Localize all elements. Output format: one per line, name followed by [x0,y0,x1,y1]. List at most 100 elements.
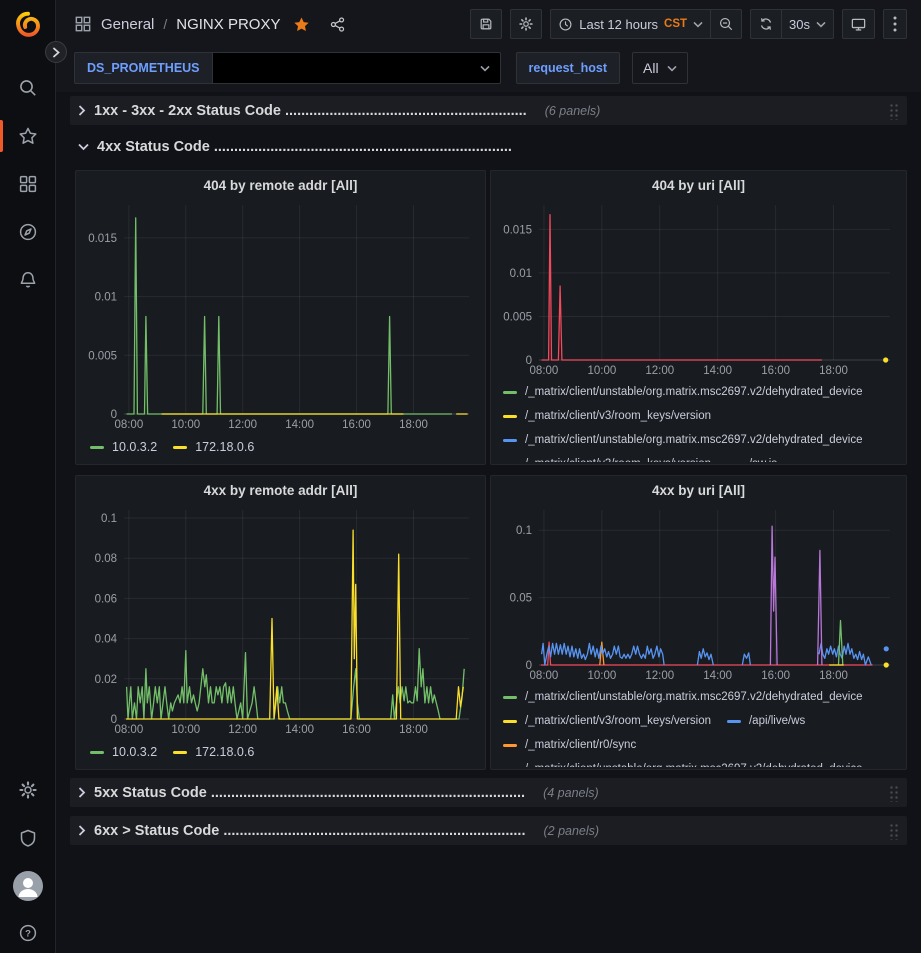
favorite-star-icon[interactable] [293,16,310,33]
search-icon[interactable] [0,78,56,98]
row-title: 6xx > Status Code ......................… [94,823,525,839]
legend-item[interactable]: /_matrix/client/v3/room_keys/version [503,452,711,462]
panel-grid: 404 by remote addr [All] 08:00 10:00 12:00… [75,170,907,770]
panel-legend: 10.0.3.2 172.18.0.6 [84,432,477,462]
chevron-down-icon [480,65,490,72]
legend-label: /_matrix/client/v3/room_keys/version [525,715,711,727]
legend-item[interactable]: 10.0.3.2 [90,743,157,761]
profile-avatar[interactable] [13,871,43,901]
svg-text:0: 0 [111,714,117,726]
svg-text:18:00: 18:00 [819,670,848,682]
refresh-button[interactable] [750,9,782,39]
variable-host-value-select[interactable]: All [632,52,688,84]
panel-title[interactable]: 4xx by remote addr [All] [84,480,477,502]
legend-label: /_matrix/client/unstable/org.matrix.msc2… [525,691,863,703]
series-color-swatch [503,415,517,418]
svg-text:10:00: 10:00 [171,419,200,431]
panel-title[interactable]: 4xx by uri [All] [499,480,898,502]
panel-legend: /_matrix/client/unstable/org.matrix.msc2… [499,378,898,462]
svg-text:08:00: 08:00 [530,670,559,682]
row-5xx[interactable]: 5xx Status Code ........................… [70,778,907,807]
chevron-down-icon [78,143,89,151]
chevron-right-icon [78,825,86,836]
svg-text:?: ? [25,929,31,940]
chevron-right-icon [78,105,86,116]
legend-item[interactable]: 10.0.3.2 [90,438,157,456]
row-drag-handle[interactable] [888,102,899,120]
timeseries-plot[interactable]: 08:0010:0012:0014:0016:0018:0000.0050.01… [499,197,898,378]
timeseries-plot[interactable]: 08:0010:0012:0014:0016:0018:0000.020.040… [84,502,477,737]
grafana-logo[interactable] [13,10,43,40]
more-options-kebab[interactable] [883,9,907,39]
sidebar-item-dashboards[interactable] [0,174,56,194]
svg-text:18:00: 18:00 [819,365,848,377]
sidebar-expand-button[interactable] [45,41,67,63]
svg-text:0.08: 0.08 [95,553,117,565]
sidebar-item-server-admin[interactable] [0,828,56,848]
sidebar-item-help[interactable]: ? [0,923,56,943]
variable-ds-value-select[interactable] [213,52,501,84]
svg-text:0.04: 0.04 [95,634,118,646]
topbar: General / NGINX PROXY [56,0,921,48]
svg-text:0.01: 0.01 [95,292,117,304]
sidebar-item-configuration[interactable] [0,780,56,800]
share-icon[interactable] [329,16,346,33]
legend-item[interactable]: /_matrix/client/unstable/org.matrix.msc2… [503,428,863,452]
legend-item[interactable]: 172.18.0.6 [173,438,254,456]
zoom-out-button[interactable] [711,9,742,39]
save-dashboard-button[interactable] [470,9,502,39]
legend-item[interactable]: /_matrix/client/v3/room_keys/version [503,709,711,733]
legend-item[interactable]: /_matrix/client/r0/sync [503,733,636,757]
chevron-right-icon [78,787,86,798]
svg-text:0.1: 0.1 [516,525,532,537]
legend-item[interactable]: 172.18.0.6 [173,743,254,761]
panel-title[interactable]: 404 by remote addr [All] [84,175,477,197]
row-drag-handle[interactable] [888,784,899,802]
time-range-label: Last 12 hours [579,17,658,32]
svg-text:0.015: 0.015 [503,224,532,236]
time-range-picker[interactable]: Last 12 hours CST [550,9,711,39]
legend-item[interactable]: /_matrix/client/v3/room_keys/version [503,404,711,428]
svg-text:16:00: 16:00 [761,670,790,682]
legend-item[interactable]: /_matrix/client/unstable/org.matrix.msc2… [503,380,863,404]
sidebar-item-alerting[interactable] [0,270,56,290]
panel-legend: /_matrix/client/unstable/org.matrix.msc2… [499,683,898,767]
variable-ds-prometheus: DS_PROMETHEUS [74,52,501,84]
legend-item[interactable]: /sw.js [727,452,777,462]
panel-4xx-by-remote-addr: 4xx by remote addr [All] 08:0010:0012:00… [75,475,486,770]
cycle-view-mode-button[interactable] [842,9,875,39]
sidebar-item-starred[interactable] [0,126,56,146]
legend-label: /_matrix/client/unstable/org.matrix.msc2… [525,386,863,398]
breadcrumb-section[interactable]: General [101,16,154,33]
legend-item[interactable]: /_matrix/client/unstable/org.matrix.msc2… [503,685,863,709]
refresh-interval-picker[interactable]: 30s [782,9,834,39]
sidebar-item-explore[interactable] [0,222,56,242]
breadcrumb: General / NGINX PROXY [74,15,346,33]
legend-item[interactable]: /_matrix/client/unstable/org.matrix.msc2… [503,757,863,767]
chevron-down-icon [816,21,826,28]
series-color-swatch [503,720,517,723]
svg-text:12:00: 12:00 [645,365,674,377]
row-drag-handle[interactable] [888,822,899,840]
row-panel-count: (2 panels) [543,824,599,838]
row-4xx[interactable]: 4xx Status Code ........................… [70,134,907,160]
dashboard-settings-button[interactable] [510,9,542,39]
svg-text:0.005: 0.005 [88,350,117,362]
timeseries-plot[interactable]: 08:0010:0012:0014:0016:0018:0000.0050.01… [84,197,477,432]
timeseries-plot[interactable]: 08:0010:0012:0014:0016:0018:0000.050.1 [499,502,898,683]
svg-text:14:00: 14:00 [285,419,314,431]
variable-label: DS_PROMETHEUS [74,52,213,84]
refresh-interval-label: 30s [789,17,810,32]
legend-label: 10.0.3.2 [112,745,157,759]
svg-text:0: 0 [526,660,532,672]
row-1xx-3xx-2xx[interactable]: 1xx - 3xx - 2xx Status Code ............… [70,96,907,125]
row-6xx[interactable]: 6xx > Status Code ......................… [70,816,907,845]
row-panel-count: (6 panels) [545,104,601,118]
legend-item[interactable]: /api/live/ws [727,709,805,733]
refresh-group: 30s [750,9,834,39]
row-panel-count: (4 panels) [543,786,599,800]
svg-text:16:00: 16:00 [761,365,790,377]
panel-title[interactable]: 404 by uri [All] [499,175,898,197]
svg-text:12:00: 12:00 [645,670,674,682]
svg-text:16:00: 16:00 [342,724,371,736]
